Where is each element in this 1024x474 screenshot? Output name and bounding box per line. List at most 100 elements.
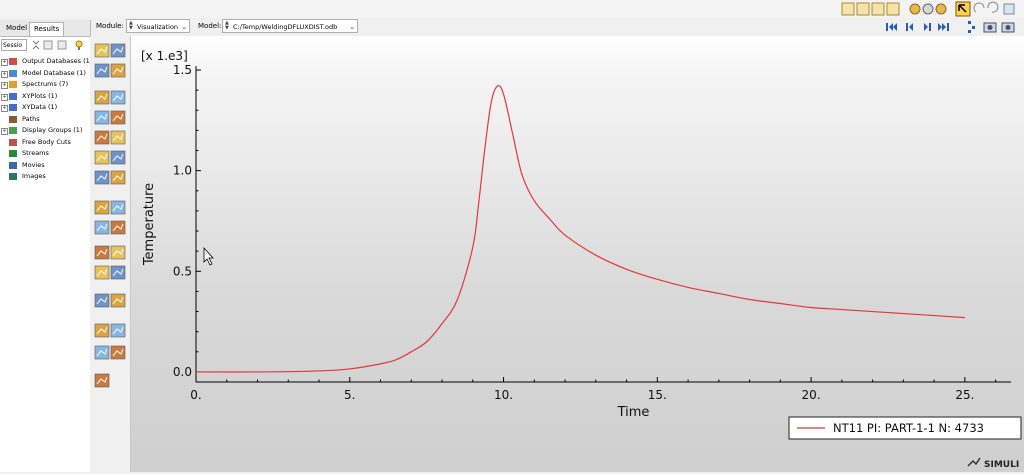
tree-item-label: Movies <box>22 160 45 169</box>
tree-item[interactable]: Streams <box>0 148 90 160</box>
xy-plot-icon[interactable] <box>110 150 126 165</box>
x-tick-label: 5. <box>344 388 355 402</box>
query-icon[interactable] <box>110 200 126 215</box>
movie-icon <box>9 161 17 169</box>
tree-item-label: Spectrums (7) <box>22 80 69 88</box>
display-group-icon[interactable] <box>110 245 126 260</box>
model-select[interactable]: ▲ ▼ C:/Temp/WeldingDFLUXDIST.odb ⌄ <box>222 19 358 33</box>
view-cut-icon[interactable] <box>94 245 110 260</box>
redo-icon[interactable] <box>987 1 999 13</box>
plot-symbol-icon[interactable] <box>94 63 110 78</box>
xydata-icon <box>9 104 17 111</box>
result-options-icon[interactable] <box>110 293 126 308</box>
tree-item[interactable]: + Spectrums (7) <box>0 79 90 91</box>
model-value: C:/Temp/WeldingDFLUXDIST.odb <box>233 23 338 31</box>
view-cube-icons[interactable] <box>841 2 900 16</box>
database-icon <box>9 58 17 65</box>
first-frame-icon[interactable] <box>886 23 897 31</box>
field-output-icon[interactable] <box>110 265 126 280</box>
tree-item[interactable]: Free Body Cuts <box>0 137 90 149</box>
x-tick-label: 15. <box>648 388 667 402</box>
expand-icon[interactable]: + <box>1 59 8 66</box>
xy-plot: 0. 5. 10. 15. 20. 25. 0.0 0.5 1.0 1.5[x 1.e3] Time… <box>141 49 1022 440</box>
tab-model[interactable]: Model <box>2 22 31 35</box>
probe-icon[interactable] <box>110 170 126 185</box>
y-tick-label: 0.5 <box>173 264 192 278</box>
spectrum-icon <box>9 81 17 88</box>
y-tick-label: 1.0 <box>173 164 192 178</box>
camera-icon[interactable] <box>983 22 997 33</box>
expand-icon[interactable]: + <box>1 70 8 78</box>
report-icon[interactable] <box>94 200 110 215</box>
expand-icon[interactable]: + <box>1 82 8 89</box>
query-options-icon[interactable] <box>94 293 110 308</box>
xyplot-icon <box>9 92 17 100</box>
render-style-icons[interactable] <box>909 3 947 15</box>
wrench-icon[interactable] <box>110 345 126 360</box>
clip-icon[interactable] <box>94 323 110 338</box>
tree-item-label: Display Groups (1) <box>22 126 83 134</box>
x-tick-label: 25. <box>955 388 974 402</box>
free-body-icon[interactable] <box>94 265 110 280</box>
view-icon[interactable] <box>1003 3 1015 15</box>
plot-material-icon[interactable] <box>110 63 126 78</box>
expand-icon[interactable]: + <box>1 128 8 135</box>
previous-frame-icon[interactable] <box>906 23 913 31</box>
module-select[interactable]: ▲ ▼ Visualization ⌄ <box>126 19 190 33</box>
module-value: Visualization <box>137 23 179 31</box>
chevron-down-icon: ⌄ <box>349 23 355 31</box>
model-database-icon <box>9 69 17 77</box>
plot-deformed-icon[interactable] <box>94 43 110 58</box>
viewport-canvas[interactable]: 0. 5. 10. 15. 20. 25. 0.0 0.5 1.0 1.5 [x 1.e3] Time… <box>131 36 1024 472</box>
tree-toggle-icon[interactable] <box>968 21 975 33</box>
undo-icon[interactable] <box>973 2 985 13</box>
abaqus-cae-window: Module: ▲ ▼ Visualization ⌄ Model: ▲ ▼ C:/… <box>0 0 1024 472</box>
tree-item[interactable]: Images <box>0 171 90 183</box>
superimpose-icon[interactable] <box>110 110 126 125</box>
x-tick-label: 10. <box>494 388 513 402</box>
module-toolbox <box>90 36 131 472</box>
tree-item-label: XYData (1) <box>22 103 58 111</box>
plot-deformed-icon[interactable] <box>94 373 110 388</box>
plot-contours-options-icon[interactable] <box>110 90 126 105</box>
tab-results[interactable]: Results <box>29 22 65 36</box>
filter-icon[interactable] <box>43 40 53 50</box>
tree-tabs: Model Results <box>0 20 90 37</box>
session-value: Sessio <box>3 42 23 49</box>
lightbulb-icon[interactable] <box>75 40 83 48</box>
y-tick-label: 1.5 <box>173 63 192 77</box>
tree-item[interactable]: Movies <box>0 160 90 172</box>
y-multiplier-label: [x 1.e3] <box>141 49 188 63</box>
plot-contour-icon[interactable] <box>110 43 126 58</box>
stream-icon <box>9 150 17 157</box>
tree-item[interactable]: + Display Groups (1) <box>0 125 90 137</box>
stream-icon[interactable] <box>94 220 110 235</box>
legend-icon[interactable] <box>110 323 126 338</box>
tools-icon[interactable] <box>94 345 110 360</box>
tree-item[interactable]: Paths <box>0 114 90 126</box>
mouse-cursor-icon <box>203 246 214 266</box>
camera-settings-icon[interactable] <box>1001 22 1015 33</box>
last-frame-icon[interactable] <box>938 23 949 31</box>
plot-undeformed-icon[interactable] <box>94 90 110 105</box>
x-tick-label: 0. <box>190 388 201 402</box>
sort-icon[interactable] <box>32 40 40 50</box>
session-select[interactable]: Sessio <box>1 39 27 51</box>
expand-icon[interactable]: + <box>1 93 8 101</box>
x-axis-label: Time <box>617 405 650 420</box>
xy-data-icon[interactable] <box>94 150 110 165</box>
tree-item[interactable]: + Output Databases (1 <box>0 56 90 68</box>
tree-item[interactable]: + Model Database (1) <box>0 68 90 80</box>
animate-icon[interactable] <box>94 130 110 145</box>
tree-item-label: Model Database (1) <box>22 68 86 77</box>
path-icon[interactable] <box>94 170 110 185</box>
common-options-icon[interactable] <box>94 110 110 125</box>
tree-tools: Sessio <box>0 38 90 52</box>
next-frame-icon[interactable] <box>924 23 931 31</box>
expand-icon[interactable]: + <box>1 105 8 112</box>
cut-icon[interactable] <box>110 220 126 235</box>
tree-item[interactable]: + XYPlots (1) <box>0 91 90 103</box>
tree-item[interactable]: + XYData (1) <box>0 102 90 114</box>
copy-icon[interactable] <box>57 40 67 50</box>
animate-options-icon[interactable] <box>110 130 126 145</box>
